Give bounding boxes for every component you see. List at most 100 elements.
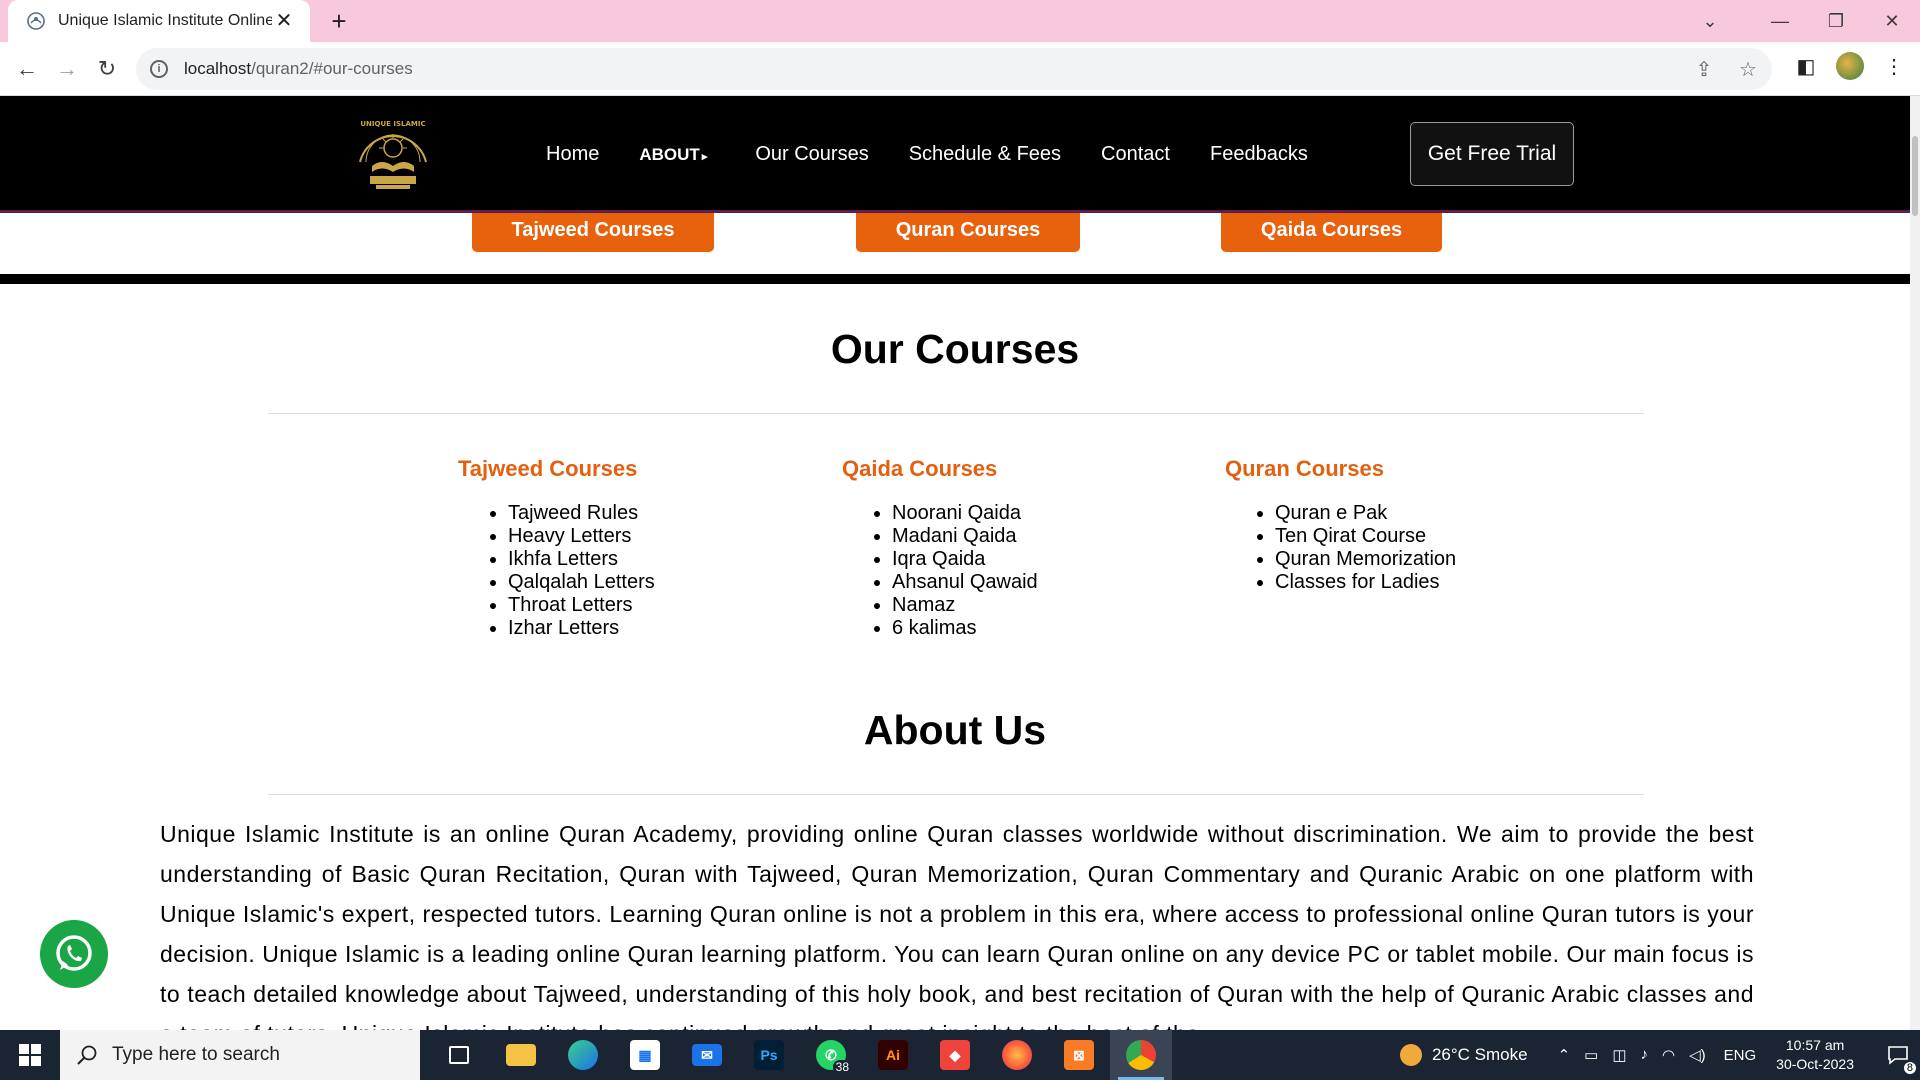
list-item: Throat Letters — [508, 594, 655, 617]
url-path: /quran2/#our-courses — [251, 59, 413, 78]
reload-icon[interactable]: ↻ — [92, 54, 122, 84]
nav-feedbacks[interactable]: Feedbacks — [1210, 143, 1308, 166]
restore-icon[interactable]: ❐ — [1808, 0, 1864, 42]
web-page: Tajweed Courses Quran Courses Qaida Cour… — [0, 96, 1910, 1030]
url-text: localhost/quran2/#our-courses — [184, 59, 413, 79]
input-language[interactable]: ENG — [1724, 1047, 1757, 1064]
list-item: Classes for Ladies — [1275, 571, 1456, 594]
nav-our-courses[interactable]: Our Courses — [755, 143, 868, 166]
list-item: Quran e Pak — [1275, 502, 1456, 525]
window-controls: ⌄ — ❐ ✕ — [1682, 0, 1920, 42]
microsoft-store-icon[interactable]: ▦ — [614, 1030, 676, 1080]
volume-icon[interactable]: ◁) — [1689, 1046, 1706, 1064]
bookmark-star-icon[interactable]: ☆ — [1734, 55, 1762, 83]
list-item: Heavy Letters — [508, 525, 655, 548]
list-item: Noorani Qaida — [892, 502, 1038, 525]
system-tray: 26°C Smoke ⌃ ▭ ◫ ♪ ◠ ◁) ENG 10:57 am 30-… — [1399, 1030, 1920, 1080]
course-heading: Qaida Courses — [842, 456, 998, 481]
mail-icon[interactable]: ✉ — [676, 1030, 738, 1080]
omnibox-actions: ⇪ ☆ — [1690, 55, 1762, 83]
profile-avatar[interactable] — [1836, 52, 1864, 80]
clock-time: 10:57 am — [1785, 1037, 1845, 1053]
browser-toolbar: ← → ↻ i localhost/quran2/#our-courses ⇪ … — [0, 42, 1920, 96]
weather-widget[interactable]: 26°C Smoke — [1399, 1044, 1528, 1066]
illustrator-icon[interactable]: Ai — [862, 1030, 924, 1080]
main-navigation: Home About ▸ Our Courses Schedule & Fees … — [546, 96, 1348, 213]
weather-text: 26°C Smoke — [1431, 1045, 1528, 1064]
screen: Unique Islamic Institute Online ✕ + ⌄ — … — [0, 0, 1920, 1080]
nav-about[interactable]: About ▸ — [639, 145, 707, 165]
camera-icon[interactable]: ◫ — [1612, 1046, 1626, 1064]
minimize-icon[interactable]: — — [1752, 0, 1808, 42]
browser-menu-icon[interactable]: ⋮ — [1880, 52, 1908, 80]
notification-center-icon[interactable]: 8 — [1876, 1030, 1920, 1080]
nav-contact[interactable]: Contact — [1101, 143, 1170, 166]
section-separator-band — [0, 274, 1910, 284]
share-icon[interactable]: ⇪ — [1690, 55, 1718, 83]
task-view-icon[interactable] — [428, 1030, 490, 1080]
clock-date: 30-Oct-2023 — [1776, 1056, 1854, 1072]
anydesk-icon[interactable]: ◆ — [924, 1030, 986, 1080]
taskbar-search-box[interactable]: Type here to search — [60, 1030, 420, 1080]
course-list: Noorani Qaida Madani Qaida Iqra Qaida Ah… — [842, 502, 1038, 640]
close-window-icon[interactable]: ✕ — [1864, 0, 1920, 42]
wifi-icon[interactable]: ◠ — [1662, 1046, 1675, 1064]
nav-home[interactable]: Home — [546, 143, 599, 166]
close-tab-icon[interactable]: ✕ — [272, 9, 296, 33]
forward-arrow-icon[interactable]: → — [52, 54, 82, 84]
quran-course-column: Quran Courses Quran e Pak Ten Qirat Cour… — [1225, 456, 1456, 594]
side-panel-icon[interactable]: ◧ — [1792, 52, 1820, 80]
whatsapp-badge: 38 — [832, 1060, 852, 1074]
url-host: localhost — [184, 59, 252, 78]
battery-icon[interactable]: ▭ — [1584, 1046, 1598, 1064]
weather-sun-icon — [1399, 1044, 1422, 1066]
list-item: Qalqalah Letters — [508, 571, 655, 594]
list-item: Izhar Letters — [508, 617, 655, 640]
svg-text:UNIQUE ISLAMIC: UNIQUE ISLAMIC — [360, 120, 425, 128]
edge-browser-icon[interactable] — [552, 1030, 614, 1080]
list-item: Iqra Qaida — [892, 548, 1038, 571]
address-bar[interactable]: i localhost/quran2/#our-courses ⇪ ☆ — [136, 48, 1772, 90]
notification-count: 8 — [1903, 1062, 1916, 1074]
file-explorer-icon[interactable] — [490, 1030, 552, 1080]
windows-taskbar: Type here to search ▦ ✉ Ps ✆ 38 Ai ◆ ⊠ 26… — [0, 1030, 1920, 1080]
search-icon — [77, 1045, 97, 1065]
tab-search-chevron-icon[interactable]: ⌄ — [1682, 0, 1738, 42]
caret-right-icon: ▸ — [701, 150, 708, 163]
about-us-title: About Us — [863, 707, 1047, 753]
site-favicon-icon — [27, 12, 45, 30]
back-arrow-icon[interactable]: ← — [12, 54, 42, 84]
course-heading: Tajweed Courses — [458, 456, 638, 481]
toolbar-right: ◧ ⋮ — [1792, 52, 1908, 80]
list-item: Ikhfa Letters — [508, 548, 655, 571]
windows-start-icon[interactable] — [0, 1030, 60, 1080]
firefox-icon[interactable] — [986, 1030, 1048, 1080]
new-tab-plus-icon[interactable]: + — [324, 6, 354, 36]
whatsapp-chat-button[interactable] — [40, 920, 108, 988]
xampp-icon[interactable]: ⊠ — [1048, 1030, 1110, 1080]
institute-logo[interactable]: UNIQUE ISLAMIC — [346, 114, 440, 194]
taskbar-apps: ▦ ✉ Ps ✆ 38 Ai ◆ ⊠ — [428, 1030, 1172, 1080]
site-info-icon[interactable]: i — [150, 60, 168, 78]
our-courses-title: Our Courses — [830, 326, 1080, 372]
microphone-icon[interactable]: ♪ — [1641, 1046, 1649, 1064]
nav-schedule-fees[interactable]: Schedule & Fees — [909, 143, 1061, 166]
browser-tab[interactable]: Unique Islamic Institute Online ✕ — [8, 0, 310, 42]
taskbar-clock[interactable]: 10:57 am 30-Oct-2023 — [1776, 1036, 1854, 1074]
get-free-trial-button[interactable]: Get Free Trial — [1410, 122, 1574, 186]
list-item: Ten Qirat Course — [1275, 525, 1456, 548]
course-list: Quran e Pak Ten Qirat Course Quran Memor… — [1225, 502, 1456, 594]
page-scrollbar[interactable] — [1910, 96, 1920, 1030]
whatsapp-app-icon[interactable]: ✆ 38 — [800, 1030, 862, 1080]
whatsapp-icon — [56, 935, 92, 971]
list-item: Quran Memorization — [1275, 548, 1456, 571]
photoshop-icon[interactable]: Ps — [738, 1030, 800, 1080]
tajweed-course-column: Tajweed Courses Tajweed Rules Heavy Lett… — [458, 456, 655, 640]
show-hidden-icons-chevron-icon[interactable]: ⌃ — [1558, 1046, 1571, 1064]
tab-title: Unique Islamic Institute Online — [58, 12, 272, 29]
site-header: UNIQUE ISLAMIC Home About ▸ Our Courses S… — [0, 96, 1910, 213]
scrollbar-thumb[interactable] — [1912, 136, 1918, 216]
list-item: Ahsanul Qawaid — [892, 571, 1038, 594]
chrome-icon[interactable] — [1110, 1030, 1172, 1080]
courses-divider — [268, 413, 1644, 414]
